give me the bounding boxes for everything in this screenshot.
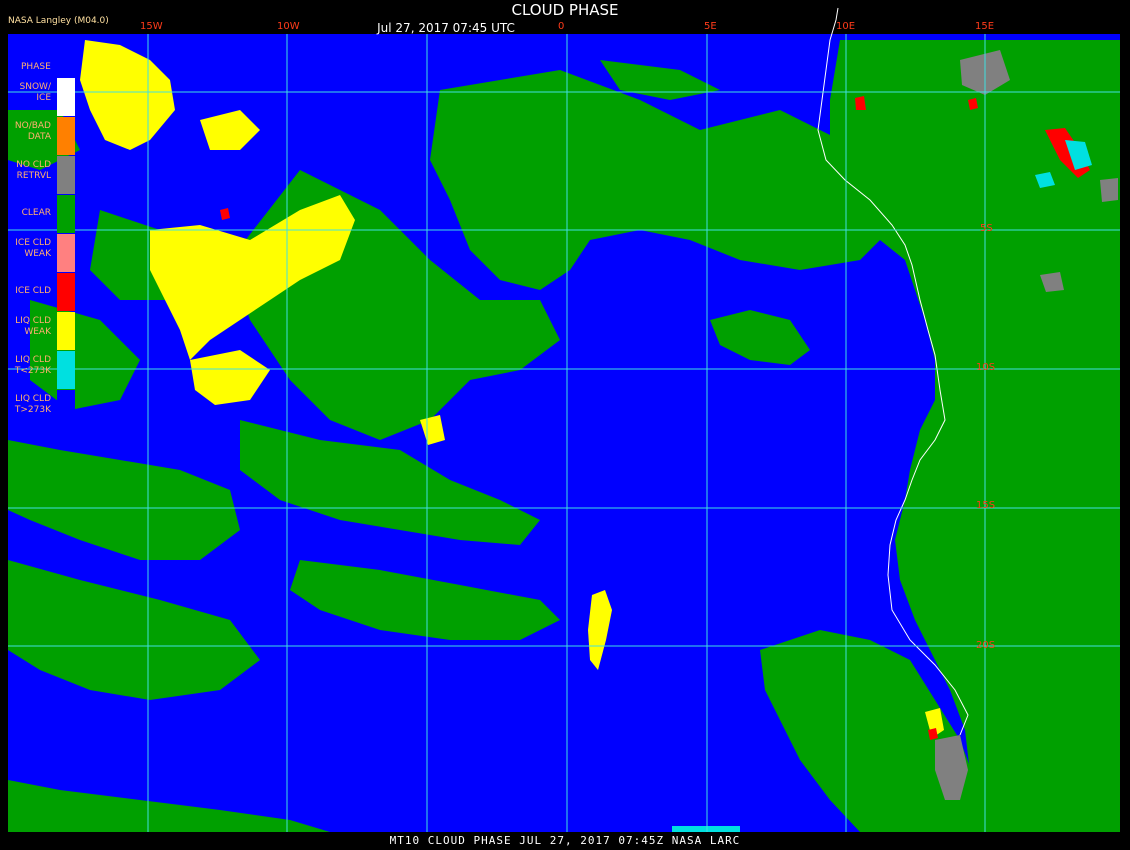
lon-label-15w: 15W — [140, 21, 163, 32]
map-datetime: Jul 27, 2017 07:45 UTC — [377, 21, 515, 35]
legend-item-no-cld-retrvl: NO CLD RETRVL — [7, 156, 77, 194]
legend-label: SNOW/ ICE — [19, 82, 51, 103]
lon-label-10w: 10W — [277, 21, 300, 32]
legend-item-liq-cld-weak: LIQ CLD WEAK — [7, 312, 77, 350]
legend-swatch — [57, 273, 75, 311]
lon-label-0: 0 — [558, 21, 565, 32]
lat-label-10s: 10S — [976, 362, 996, 373]
footer-caption: MT10 CLOUD PHASE JUL 27, 2017 07:45Z NAS… — [389, 834, 741, 847]
legend-item-no-bad-data: NO/BAD DATA — [7, 117, 77, 155]
legend-label: NO/BAD DATA — [14, 121, 51, 142]
lat-label-5s: 5S — [980, 223, 993, 234]
lon-label-10e: 10E — [836, 21, 856, 32]
legend-item-clear: CLEAR — [7, 195, 77, 233]
legend-title: PHASE — [21, 62, 51, 72]
legend-swatch — [57, 390, 75, 428]
lat-label-20s: 20S — [976, 640, 996, 651]
legend-swatch — [57, 117, 75, 155]
legend-item-ice-cld-weak: ICE CLD WEAK — [7, 234, 77, 272]
legend-label: ICE CLD — [15, 286, 51, 296]
map-title: CLOUD PHASE — [511, 1, 619, 19]
legend-item-snow-ice: SNOW/ ICE — [7, 78, 77, 116]
phase-legend: PHASE SNOW/ ICE NO/BAD DATA NO CLD RETRV… — [7, 58, 77, 438]
lat-label-15s: 15S — [976, 500, 996, 511]
legend-item-ice-cld: ICE CLD — [7, 273, 77, 311]
legend-label: ICE CLD WEAK — [15, 238, 51, 259]
legend-label: LIQ CLD T>273K — [14, 394, 51, 415]
legend-swatch — [57, 351, 75, 389]
cloud-phase-map — [8, 7, 1120, 832]
satellite-image-frame: NASA Langley (M04.0) CLOUD PHASE Jul 27,… — [0, 0, 1130, 850]
legend-item-liq-cld-warm: LIQ CLD T>273K — [7, 390, 77, 428]
legend-swatch — [57, 195, 75, 233]
legend-swatch — [57, 234, 75, 272]
lon-label-5e: 5E — [704, 21, 717, 32]
legend-item-liq-cld-cold: LIQ CLD T<273K — [7, 351, 77, 389]
legend-label: LIQ CLD T<273K — [14, 355, 51, 376]
legend-swatch — [57, 156, 75, 194]
legend-label: LIQ CLD WEAK — [15, 316, 51, 337]
lon-label-15e: 15E — [975, 21, 995, 32]
legend-label: CLEAR — [21, 208, 51, 218]
legend-label: NO CLD RETRVL — [16, 160, 51, 181]
legend-swatch — [57, 78, 75, 116]
legend-swatch — [57, 312, 75, 350]
